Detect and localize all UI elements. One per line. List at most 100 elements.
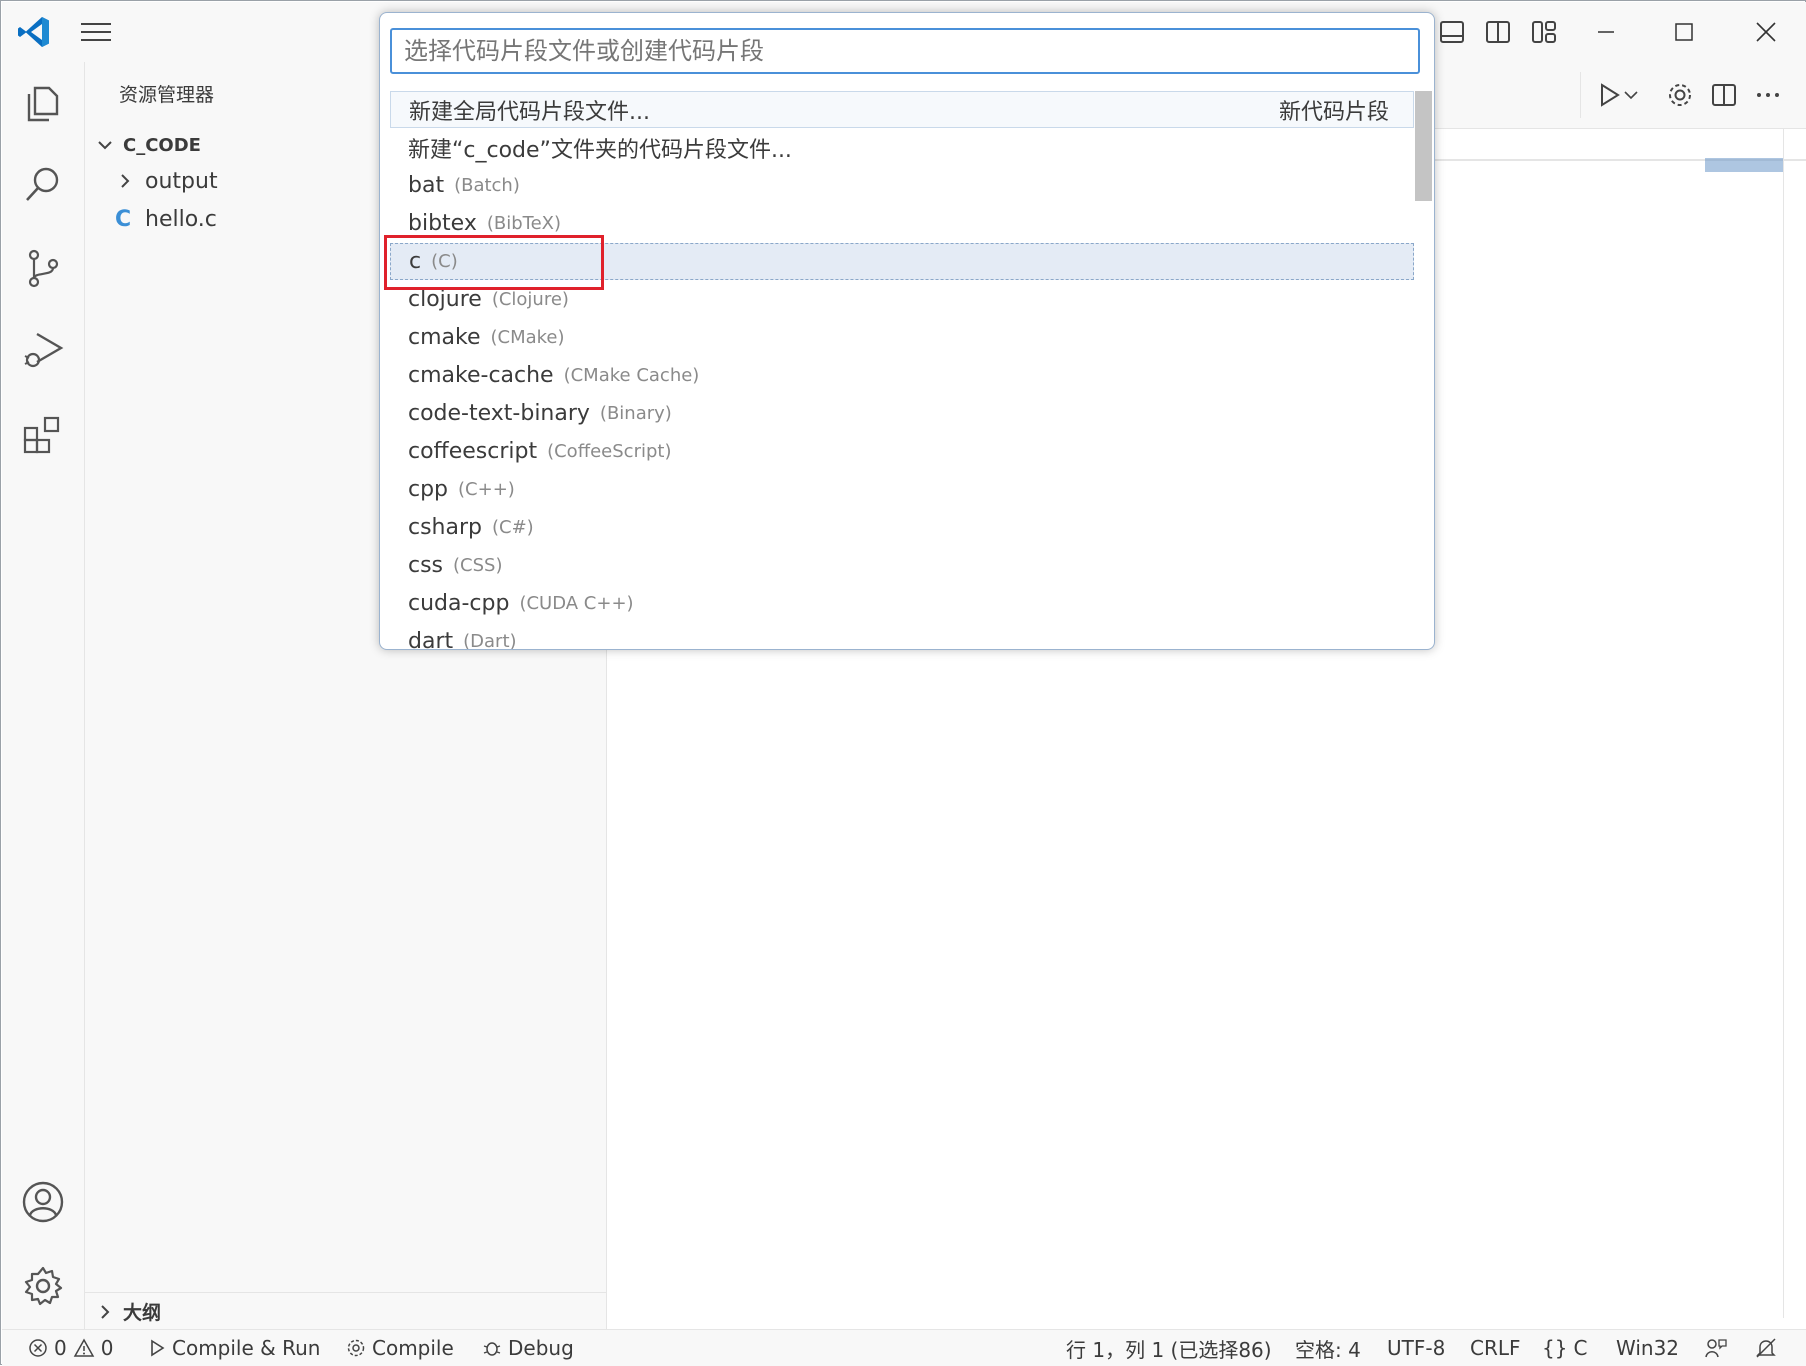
bell-slash-icon bbox=[1756, 1338, 1776, 1358]
quick-pick-item-cpp[interactable]: cpp (C++) bbox=[390, 471, 1414, 508]
language-mode[interactable]: {} C bbox=[1542, 1330, 1587, 1366]
item-description: (CSS) bbox=[453, 555, 503, 576]
item-label: code-text-binary bbox=[408, 401, 590, 426]
toggle-panel-icon[interactable] bbox=[1436, 16, 1468, 48]
language-label: C bbox=[1573, 1336, 1588, 1360]
encoding-label: UTF-8 bbox=[1387, 1336, 1446, 1360]
item-description: (CUDA C++) bbox=[519, 593, 634, 614]
item-description: (Binary) bbox=[599, 403, 672, 424]
quick-pick-item-cuda-cpp[interactable]: cuda-cpp (CUDA C++) bbox=[390, 585, 1414, 622]
quick-pick-item-code-text-binary[interactable]: code-text-binary (Binary) bbox=[390, 395, 1414, 432]
accounts-icon[interactable] bbox=[21, 1180, 65, 1224]
split-editor-icon[interactable] bbox=[1707, 78, 1741, 112]
compile-button[interactable]: Compile bbox=[346, 1330, 454, 1366]
play-icon bbox=[151, 1339, 165, 1357]
live-share-button[interactable] bbox=[1704, 1330, 1728, 1366]
minimap[interactable] bbox=[1705, 158, 1783, 172]
quick-pick-item-coffeescript[interactable]: coffeescript (CoffeeScript) bbox=[390, 433, 1414, 470]
status-bar: 0 0 Compile & Run Compile Debug 行 1，列 1 … bbox=[2, 1329, 1806, 1366]
indentation[interactable]: 空格: 4 bbox=[1295, 1330, 1361, 1366]
extensions-icon[interactable] bbox=[21, 412, 65, 456]
item-label: css bbox=[408, 553, 444, 578]
item-label: bibtex bbox=[408, 211, 477, 236]
notifications-button[interactable] bbox=[1754, 1330, 1778, 1366]
item-label: dart bbox=[408, 629, 454, 650]
error-icon bbox=[29, 1339, 47, 1357]
encoding[interactable]: UTF-8 bbox=[1387, 1330, 1445, 1366]
item-label: cuda-cpp bbox=[408, 591, 510, 616]
quick-pick-item-new-global[interactable]: 新建全局代码片段文件... 新代码片段 bbox=[390, 91, 1414, 128]
item-group-label: 新代码片段 bbox=[1278, 99, 1389, 125]
editor-scrollbar-track[interactable] bbox=[1783, 128, 1784, 1318]
quick-pick-item-csharp[interactable]: csharp (C#) bbox=[390, 509, 1414, 546]
item-description: (Batch) bbox=[454, 175, 520, 196]
platform-config[interactable]: Win32 bbox=[1616, 1330, 1679, 1366]
cursor-position[interactable]: 行 1，列 1 (已选择86) bbox=[1066, 1330, 1272, 1366]
vscode-window: 资源管理器 C_CODE output C hello.c 大纲 选择代码片段文… bbox=[0, 0, 1806, 1366]
run-dropdown-chevron-icon[interactable] bbox=[1621, 78, 1641, 112]
quick-pick-item-cmake[interactable]: cmake (CMake) bbox=[390, 319, 1414, 356]
explorer-icon[interactable] bbox=[21, 80, 65, 124]
minimize-icon[interactable] bbox=[1586, 12, 1626, 52]
item-description: (CMake Cache) bbox=[563, 365, 700, 386]
quick-pick-item-new-folder[interactable]: 新建“c_code”文件夹的代码片段文件... bbox=[390, 129, 1414, 166]
quick-pick-item-css[interactable]: css (CSS) bbox=[390, 547, 1414, 584]
manage-gear-icon[interactable] bbox=[21, 1264, 65, 1308]
item-label: cmake bbox=[408, 325, 481, 350]
quick-pick-item-bat[interactable]: bat (Batch) bbox=[390, 167, 1414, 204]
more-actions-icon[interactable] bbox=[1751, 78, 1785, 112]
warning-count: 0 bbox=[100, 1336, 114, 1360]
item-description: (C++) bbox=[458, 479, 515, 500]
close-icon[interactable] bbox=[1746, 12, 1786, 52]
outline-section-header[interactable]: 大纲 bbox=[85, 1292, 606, 1330]
chevron-right-icon bbox=[121, 174, 130, 188]
quick-pick-item-cmake-cache[interactable]: cmake-cache (CMake Cache) bbox=[390, 357, 1414, 394]
search-icon[interactable] bbox=[21, 162, 65, 206]
compile-run-label: Compile & Run bbox=[172, 1336, 321, 1360]
eol-label: CRLF bbox=[1470, 1336, 1521, 1360]
maximize-icon[interactable] bbox=[1664, 12, 1704, 52]
warning-icon bbox=[73, 1338, 95, 1357]
problems-indicator[interactable]: 0 0 bbox=[28, 1330, 113, 1366]
error-count: 0 bbox=[54, 1336, 67, 1360]
quick-pick-input[interactable] bbox=[390, 28, 1420, 74]
hamburger-menu-icon[interactable] bbox=[78, 16, 114, 48]
annotation-highlight-box bbox=[384, 235, 604, 290]
settings-gear-icon[interactable] bbox=[1663, 78, 1697, 112]
item-label: csharp bbox=[408, 515, 482, 540]
snippet-quick-pick: 新建全局代码片段文件... 新代码片段 新建“c_code”文件夹的代码片段文件… bbox=[379, 12, 1435, 650]
toggle-secondary-sidebar-icon[interactable] bbox=[1482, 16, 1514, 48]
item-description: (BibTeX) bbox=[486, 213, 562, 234]
debug-button[interactable]: Debug bbox=[482, 1330, 574, 1366]
item-label: bat bbox=[408, 173, 445, 198]
outline-label: 大纲 bbox=[123, 1302, 162, 1324]
cursor-position-label: 行 1，列 1 (已选择86) bbox=[1066, 1337, 1272, 1362]
chevron-down-icon bbox=[98, 141, 112, 150]
item-description: (C#) bbox=[492, 517, 534, 538]
compile-run-button[interactable]: Compile & Run bbox=[148, 1330, 320, 1366]
item-description: (Dart) bbox=[463, 631, 517, 650]
c-file-icon: C bbox=[115, 206, 132, 232]
item-label: coffeescript bbox=[408, 439, 538, 464]
gear-icon bbox=[347, 1339, 365, 1357]
tab-actions-divider bbox=[1580, 72, 1581, 118]
item-label: 新建“c_code”文件夹的代码片段文件... bbox=[408, 137, 792, 163]
item-description: (CMake) bbox=[490, 327, 565, 348]
feedback-person-icon bbox=[1705, 1339, 1727, 1358]
source-control-icon[interactable] bbox=[21, 246, 65, 290]
activity-bar bbox=[2, 62, 85, 1329]
sidebar-title: 资源管理器 bbox=[119, 84, 215, 106]
end-of-line[interactable]: CRLF bbox=[1470, 1330, 1521, 1366]
quick-pick-scrollbar-thumb[interactable] bbox=[1415, 91, 1432, 201]
bug-icon bbox=[483, 1342, 501, 1356]
item-label: clojure bbox=[408, 287, 482, 312]
item-label: cpp bbox=[408, 477, 449, 502]
tree-item-label: output bbox=[145, 168, 218, 194]
quick-pick-item-dart[interactable]: dart (Dart) bbox=[390, 623, 1414, 650]
folder-root-label: C_CODE bbox=[123, 134, 201, 156]
run-and-debug-icon[interactable] bbox=[21, 328, 65, 372]
platform-label: Win32 bbox=[1616, 1336, 1680, 1360]
customize-layout-icon[interactable] bbox=[1528, 16, 1560, 48]
item-description: (CoffeeScript) bbox=[547, 441, 672, 462]
tree-item-label: hello.c bbox=[145, 206, 217, 232]
